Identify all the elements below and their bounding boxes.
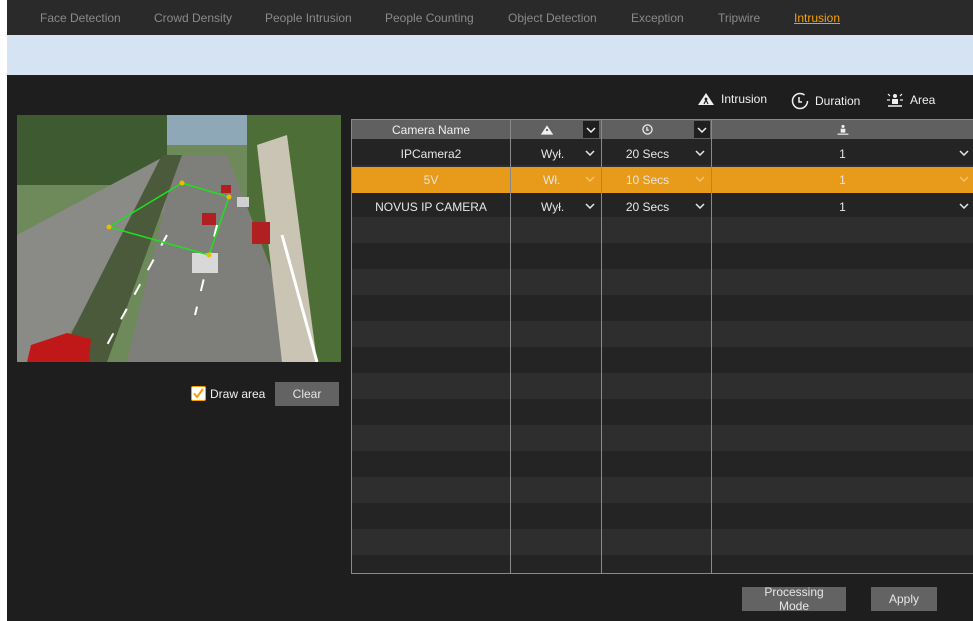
camera-name-cell: IPCamera2 [400, 147, 462, 161]
apply-button[interactable]: Apply [871, 587, 937, 611]
camera-name-cell: NOVUS IP CAMERA [375, 200, 487, 214]
table-empty-row [352, 217, 973, 243]
tab-face-detection[interactable]: Face Detection [40, 11, 121, 25]
tab-people-counting[interactable]: People Counting [385, 11, 474, 25]
chevron-down-icon[interactable] [959, 176, 969, 182]
tab-tripwire[interactable]: Tripwire [718, 11, 760, 25]
main-panel: Intrusion Duration Area Draw area Clear … [7, 75, 973, 621]
table-empty-row [352, 243, 973, 269]
tab-object-detection[interactable]: Object Detection [508, 11, 597, 25]
duration-select[interactable]: 10 Secs [601, 167, 694, 193]
tab-people-intrusion[interactable]: People Intrusion [265, 11, 352, 25]
table-header: Camera Name [352, 120, 973, 139]
table-empty-row [352, 555, 973, 573]
tab-intrusion[interactable]: Intrusion [794, 11, 840, 25]
chevron-down-icon[interactable] [959, 203, 969, 209]
area-select[interactable]: 1 [711, 141, 973, 167]
intrusion-select[interactable]: Wył. [510, 194, 583, 220]
table-empty-row [352, 373, 973, 399]
column-divider [601, 120, 602, 573]
draw-area-label: Draw area [210, 386, 266, 401]
camera-preview[interactable] [17, 115, 341, 362]
table-empty-row [352, 269, 973, 295]
area-select[interactable]: 1 [711, 194, 973, 220]
column-intrusion [510, 120, 583, 139]
tab-bar: Face Detection Crowd Density People Intr… [7, 0, 973, 35]
draw-area-toggle[interactable]: Draw area [191, 386, 265, 401]
info-bar [7, 35, 973, 75]
duration-header-icon [642, 124, 653, 135]
chevron-down-icon[interactable] [959, 150, 969, 156]
chevron-down-icon[interactable] [585, 176, 595, 182]
clear-button[interactable]: Clear [275, 382, 339, 406]
intrusion-icon [698, 93, 714, 105]
table-empty-row [352, 399, 973, 425]
column-area [711, 120, 973, 139]
chevron-down-icon[interactable] [695, 176, 705, 182]
area-select[interactable]: 1 [711, 167, 973, 193]
tab-exception[interactable]: Exception [631, 11, 684, 25]
column-camera-name: Camera Name [391, 122, 471, 137]
table-empty-row [352, 425, 973, 451]
chevron-down-icon[interactable] [585, 150, 595, 156]
column-divider [711, 120, 712, 573]
column-duration [601, 120, 694, 139]
area-icon [887, 93, 903, 107]
chevron-down-icon [697, 126, 707, 133]
table-empty-row [352, 295, 973, 321]
table-empty-row [352, 477, 973, 503]
table-empty-row [352, 503, 973, 529]
draw-area-checkbox[interactable] [191, 386, 206, 401]
legend-intrusion-label: Intrusion [721, 92, 768, 106]
intrusion-select[interactable]: Wył. [510, 141, 583, 167]
duration-column-dropdown[interactable] [694, 121, 710, 138]
chevron-down-icon[interactable] [695, 203, 705, 209]
table-row[interactable]: IPCamera2 Wył. 20 Secs 1 [352, 141, 973, 167]
camera-name-cell: 5V [423, 173, 439, 187]
chevron-down-icon [586, 126, 596, 133]
legend-intrusion: Intrusion [697, 92, 767, 106]
area-header-icon [837, 124, 848, 135]
intrusion-select[interactable]: Wł. [510, 167, 583, 193]
processing-mode-button[interactable]: Processing Mode [742, 585, 846, 613]
intrusion-header-icon [540, 124, 553, 135]
duration-select[interactable]: 20 Secs [601, 194, 694, 220]
duration-select[interactable]: 20 Secs [601, 141, 694, 167]
chevron-down-icon[interactable] [585, 203, 595, 209]
legend-duration-label: Duration [815, 94, 861, 108]
table-empty-row [352, 451, 973, 477]
chevron-down-icon[interactable] [695, 150, 705, 156]
legend-duration: Duration [791, 92, 860, 110]
table-empty-row [352, 347, 973, 373]
legend-area-label: Area [910, 93, 936, 107]
table-row[interactable]: NOVUS IP CAMERA Wył. 20 Secs 1 [352, 194, 973, 220]
camera-table: Camera Name IPCamera2 Wył. 20 Secs 1 5V … [351, 119, 973, 574]
table-row-selected[interactable]: 5V Wł. 10 Secs 1 [352, 167, 973, 193]
duration-icon [791, 92, 809, 110]
tab-crowd-density[interactable]: Crowd Density [154, 11, 232, 25]
intrusion-column-dropdown[interactable] [583, 121, 599, 138]
table-empty-row [352, 529, 973, 555]
column-divider [510, 120, 511, 573]
legend-area: Area [886, 92, 935, 108]
table-empty-row [352, 321, 973, 347]
